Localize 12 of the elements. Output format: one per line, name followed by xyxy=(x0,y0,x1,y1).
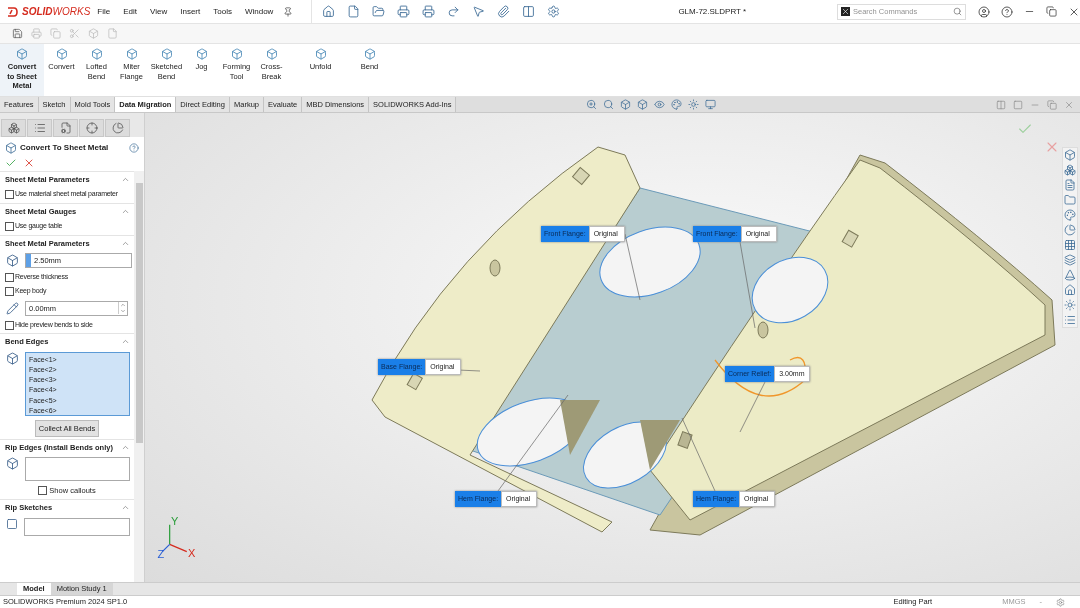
menu-item[interactable]: File xyxy=(97,5,111,18)
menu-item[interactable]: Insert xyxy=(180,5,201,18)
axis-label: Y xyxy=(170,515,179,527)
menu-item[interactable]: Edit xyxy=(123,5,138,18)
menu-item[interactable]: Tools xyxy=(213,5,232,18)
panel-title: Convert To Sheet Metal xyxy=(20,142,110,154)
axis-label: Z xyxy=(157,547,165,559)
logo-text: SOLIDWORKS xyxy=(22,5,91,19)
document-title: GLM-72.SLDPRT * xyxy=(678,5,748,18)
menu-item[interactable]: View xyxy=(150,5,168,18)
menu-item[interactable]: Window xyxy=(244,5,274,18)
axis-label: X xyxy=(188,546,196,559)
